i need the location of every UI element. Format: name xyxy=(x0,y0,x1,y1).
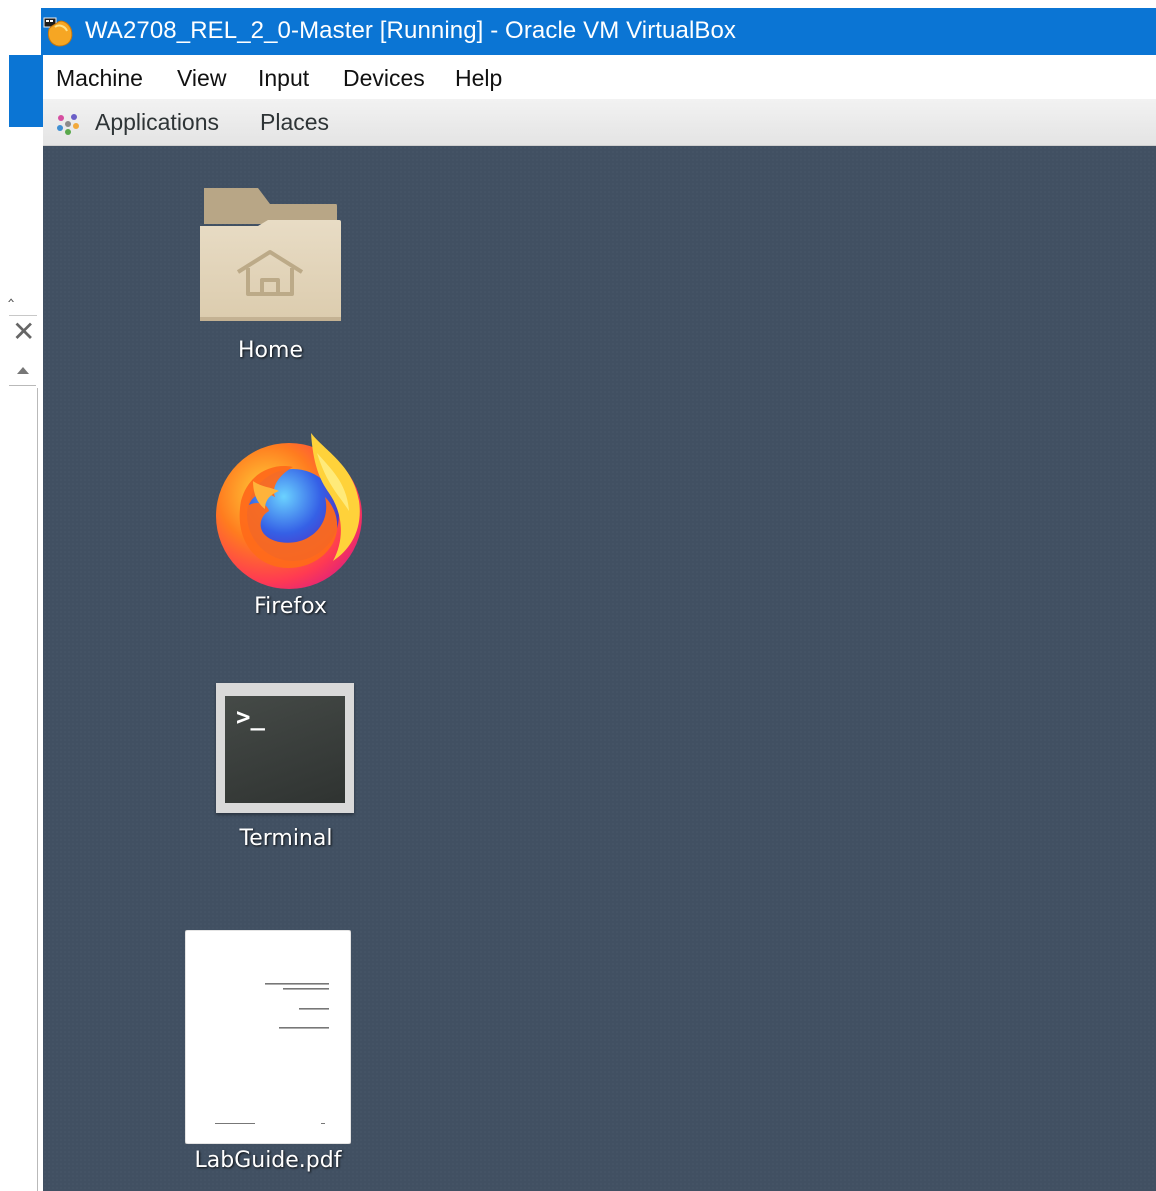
menu-bar: Machine View Input Devices Help xyxy=(43,55,1156,99)
desktop-icon-label: Firefox xyxy=(254,594,327,619)
applications-icon[interactable] xyxy=(56,112,80,136)
terminal-icon: >_ xyxy=(216,683,354,813)
window-title: WA2708_REL_2_0-Master [Running] - Oracle… xyxy=(85,17,737,44)
desktop-icon-label: Home xyxy=(238,338,303,363)
desktop-icon-home[interactable]: Home xyxy=(198,186,343,376)
host-window-edge: ‸ ✕ xyxy=(0,0,43,1191)
virtualbox-window: WA2708_REL_2_0-Master [Running] - Oracle… xyxy=(41,8,1156,1191)
scroll-up-arrow-icon[interactable] xyxy=(9,362,36,386)
menu-view[interactable]: View xyxy=(177,65,226,92)
menu-machine[interactable]: Machine xyxy=(56,65,143,92)
menu-help[interactable]: Help xyxy=(455,65,502,92)
desktop-icon-firefox[interactable]: Firefox xyxy=(213,431,368,626)
gnome-top-panel: Applications Places xyxy=(43,99,1156,146)
chevron-up-icon[interactable]: ‸ xyxy=(8,284,14,302)
desktop-icon-label: Terminal xyxy=(239,826,333,851)
firefox-icon xyxy=(216,433,362,589)
desktop-icon-labguide[interactable]: LabGuide.pdf xyxy=(183,928,353,1183)
pdf-document-icon xyxy=(185,930,351,1144)
close-icon[interactable]: ✕ xyxy=(12,318,35,346)
places-menu[interactable]: Places xyxy=(260,109,329,136)
host-titlebar-fragment xyxy=(9,55,43,127)
scrollbar-track xyxy=(37,388,38,1191)
applications-menu[interactable]: Applications xyxy=(95,109,219,136)
desktop-icon-terminal[interactable]: >_ Terminal xyxy=(211,681,361,866)
window-titlebar[interactable]: WA2708_REL_2_0-Master [Running] - Oracle… xyxy=(41,8,1156,55)
menu-devices[interactable]: Devices xyxy=(343,65,425,92)
desktop[interactable]: Home Firefox >_ Terminal LabGuide.pdf xyxy=(43,146,1156,1191)
menu-input[interactable]: Input xyxy=(258,65,309,92)
desktop-icon-label: LabGuide.pdf xyxy=(194,1148,342,1173)
home-folder-icon xyxy=(200,188,341,321)
virtualbox-icon xyxy=(43,17,73,47)
